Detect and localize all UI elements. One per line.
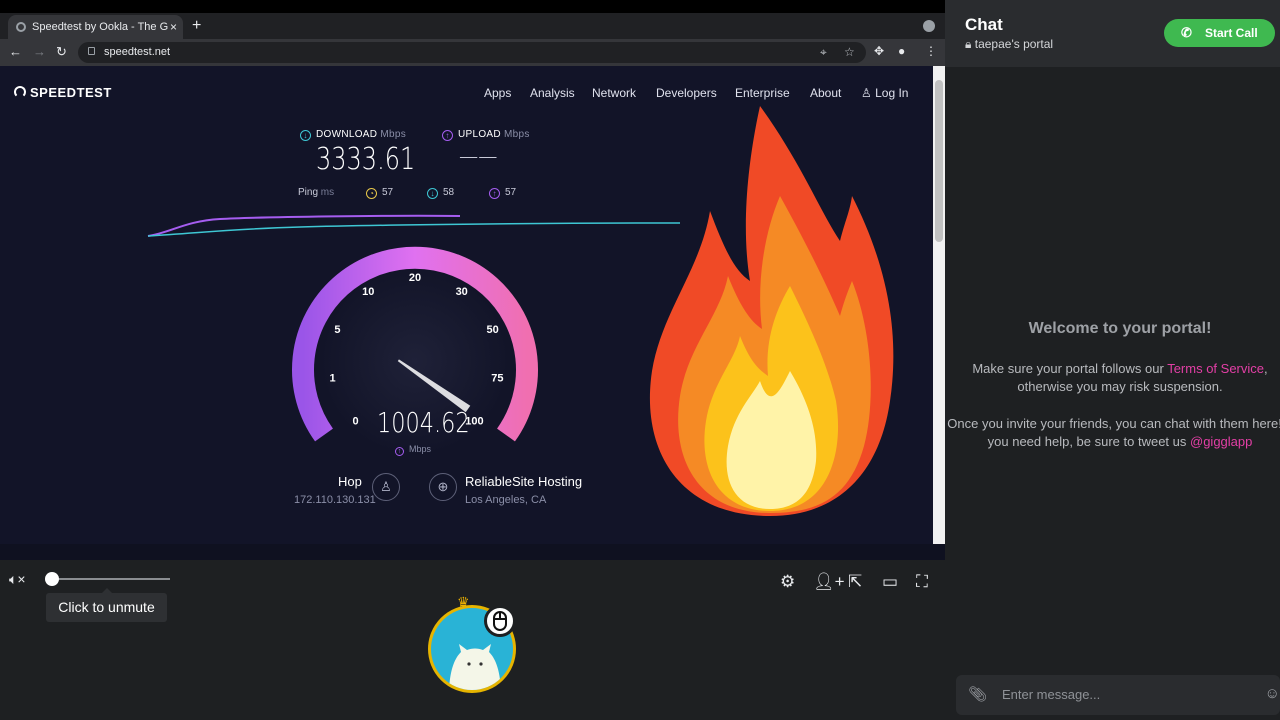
tos-paragraph: Make sure your portal follows our Terms … — [972, 361, 1268, 394]
browser-menu-icon[interactable]: ⋮ — [925, 44, 937, 58]
ping-download: ↓ 58 — [427, 187, 454, 199]
gauge-tick-label: 10 — [362, 286, 374, 298]
nav-network[interactable]: Network — [592, 86, 636, 100]
tab-strip: Speedtest by Ookla - The G × + — [0, 13, 945, 39]
speedtest-page: SPEEDTEST Apps Analysis Network Develope… — [0, 66, 933, 544]
server-location: Los Angeles, CA — [465, 494, 547, 506]
invite-paragraph: Once you invite your friends, you can ch… — [947, 416, 1280, 449]
browser-toolbar: ← → ↻ speedtest.net ⌖ ☆ ✥ ● ⋮ — [0, 39, 945, 66]
speed-graph — [147, 214, 681, 237]
settings-gear-icon[interactable]: ⚙ — [780, 572, 795, 592]
address-bar[interactable]: speedtest.net ⌖ ☆ — [78, 42, 866, 63]
page-scrollbar[interactable] — [933, 66, 945, 544]
gauge-unit: ↑ Mbps — [395, 444, 431, 456]
url-text: speedtest.net — [104, 46, 171, 58]
user-icon: ♙ — [372, 473, 400, 501]
mouse-icon — [493, 611, 507, 631]
nav-apps[interactable]: Apps — [484, 86, 511, 100]
ping-idle: ◔ 57 — [366, 187, 393, 199]
nav-about[interactable]: About — [810, 86, 841, 100]
phone-icon: ✆ — [1181, 25, 1192, 40]
start-call-button[interactable]: ✆ Start Call — [1164, 19, 1275, 47]
gauge-tick-label: 50 — [486, 324, 498, 336]
gauge-upload-icon: ↑ — [395, 447, 404, 456]
top-letterbox — [0, 0, 945, 13]
add-user-icon[interactable]: 👤︎+ — [813, 572, 845, 592]
volume-slider-knob[interactable] — [45, 572, 59, 586]
emoji-icon[interactable]: ☺ — [1265, 685, 1280, 702]
bookmark-star-icon[interactable]: ☆ — [844, 45, 855, 59]
nav-developers[interactable]: Developers — [656, 86, 717, 100]
tab-title: Speedtest by Ookla - The G — [32, 21, 169, 33]
tab-search-icon[interactable] — [923, 20, 935, 32]
server-name[interactable]: ReliableSite Hosting — [465, 474, 582, 489]
speedtest-logo-icon — [14, 86, 26, 98]
mouse-control-badge — [484, 605, 516, 637]
unmute-tooltip: Click to unmute — [46, 588, 167, 622]
download-label: ↓ DOWNLOAD Mbps — [300, 129, 406, 141]
upload-label: ↑ UPLOAD Mbps — [442, 129, 530, 141]
chat-title: Chat — [965, 15, 1003, 34]
reload-icon[interactable]: ↻ — [56, 43, 67, 61]
new-tab-button[interactable]: + — [192, 15, 201, 37]
start-call-label: Start Call — [1205, 26, 1258, 40]
chat-panel: Chat 🔒︎ taepae's portal ✆ Start Call Wel… — [945, 0, 1280, 720]
back-arrow-icon[interactable]: ← — [9, 43, 22, 61]
message-input[interactable]: 📎︎ Enter message... ☺ — [956, 675, 1280, 715]
portal-name: 🔒︎ taepae's portal — [965, 37, 1054, 51]
user-icon: ♙ — [861, 86, 872, 100]
lock-icon: 🔒︎ — [965, 37, 972, 51]
muted-speaker-icon[interactable]: 🔈︎× — [9, 571, 26, 588]
paperclip-icon[interactable]: 📎︎ — [968, 685, 987, 703]
isp-ip: 172.110.130.131 — [294, 494, 376, 506]
message-placeholder: Enter message... — [1002, 687, 1101, 702]
login-label: Log In — [875, 86, 909, 100]
video-stage: Speedtest by Ookla - The G × + ← → ↻ spe… — [0, 0, 945, 720]
gauge-tick-label: 75 — [491, 372, 503, 384]
scrollbar-thumb[interactable] — [935, 80, 943, 242]
shared-browser-window: Speedtest by Ookla - The G × + ← → ↻ spe… — [0, 13, 945, 560]
volume-slider[interactable] — [52, 578, 170, 580]
browser-tab[interactable]: Speedtest by Ookla - The G × — [8, 15, 183, 39]
nav-login[interactable]: ♙ Log In — [861, 86, 908, 100]
gauge-tick-label: 0 — [353, 415, 359, 427]
upload-arrow-icon: ↑ — [442, 130, 453, 141]
location-pin-icon[interactable]: ⌖ — [820, 45, 827, 60]
download-value: 3333.61 — [316, 142, 416, 177]
isp-name: Hop — [338, 474, 362, 489]
ping-upload-icon: ↑ — [489, 188, 500, 199]
fire-emoji-overlay — [649, 106, 894, 516]
tv-icon[interactable]: ▭ — [882, 572, 898, 592]
gauge-tick-label: 5 — [334, 324, 340, 336]
welcome-heading: Welcome to your portal! — [1028, 320, 1212, 337]
extensions-puzzle-icon[interactable]: ✥ — [874, 44, 884, 58]
gigglapp-link[interactable]: @gigglapp — [1190, 434, 1252, 449]
upload-value: —— — [459, 142, 498, 170]
chat-header: Chat 🔒︎ taepae's portal ✆ Start Call — [945, 0, 1280, 67]
gauge-tick-label: 20 — [409, 272, 421, 284]
lock-icon — [88, 47, 95, 55]
profile-icon[interactable]: ● — [898, 44, 905, 58]
nav-enterprise[interactable]: Enterprise — [735, 86, 790, 100]
terms-of-service-link[interactable]: Terms of Service — [1167, 361, 1264, 376]
forward-arrow-icon[interactable]: → — [33, 43, 46, 61]
speedtest-logo[interactable]: SPEEDTEST — [14, 85, 112, 100]
download-graph-line — [147, 222, 681, 237]
download-arrow-icon: ↓ — [300, 130, 311, 141]
gauge-value: 1004.62 — [377, 406, 470, 439]
open-external-icon[interactable]: ⇱ — [848, 572, 862, 592]
close-tab-icon[interactable]: × — [170, 15, 177, 39]
gauge-tick-label: 30 — [456, 286, 468, 298]
ping-label: Ping ms — [298, 187, 335, 198]
fullscreen-icon[interactable]: ⛶ — [916, 572, 928, 592]
nav-analysis[interactable]: Analysis — [530, 86, 575, 100]
ping-idle-icon: ◔ — [366, 188, 377, 199]
speedtest-favicon-icon — [16, 22, 26, 32]
logo-text: SPEEDTEST — [30, 85, 112, 100]
gauge-tick-label: 1 — [330, 372, 336, 384]
ping-upload: ↑ 57 — [489, 187, 516, 199]
globe-icon[interactable]: ⊕ — [429, 473, 457, 501]
ping-download-icon: ↓ — [427, 188, 438, 199]
